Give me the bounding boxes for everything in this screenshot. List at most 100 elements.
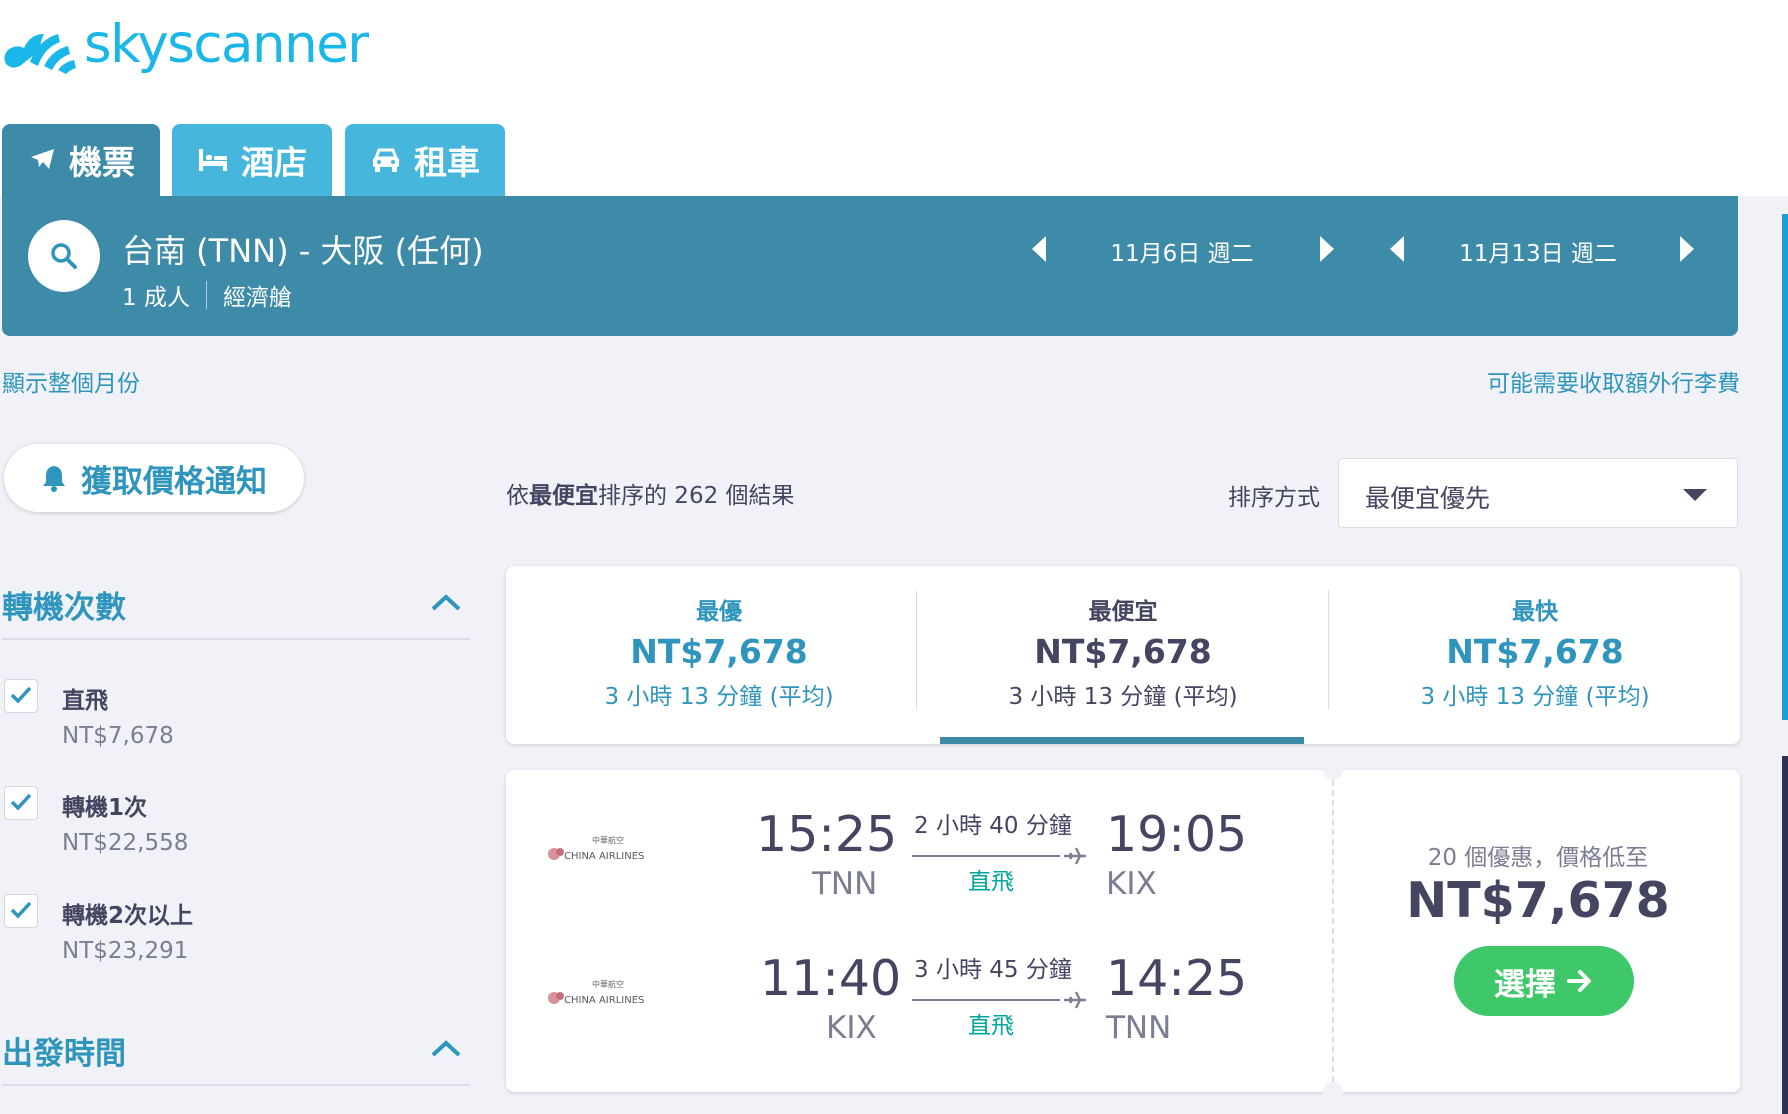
china-airlines-logo-icon: 中華航空 CHINA AIRLINES [548,979,644,1006]
leg2-duration: 3 小時 45 分鐘 [914,957,1072,983]
brand-name: skyscanner [84,13,369,75]
baggage-fee-link[interactable]: 可能需要收取額外行李費 [1487,364,1740,398]
results-summary-count: 排序的 262 個結果 [598,483,795,509]
airline-logo-cn: 中華航空 [592,835,624,845]
sort-card-label: 最優 [696,599,742,625]
leg2-departure-code: KIX [826,1010,877,1046]
side-ad-strip [1782,756,1788,1114]
stops-one-checkbox[interactable] [4,786,38,820]
plane-icon [31,149,54,169]
bell-icon [43,466,65,492]
tab-car-hire[interactable]: 租車 [345,124,505,196]
sort-label: 排序方式 [1228,485,1320,511]
ticket-notch [1323,760,1343,780]
stops-two-plus-checkbox[interactable] [4,894,38,928]
ticket-notch [1323,1082,1343,1102]
route-text[interactable]: 台南 (TNN) - 大阪 (任何) [122,226,484,272]
price-alert-label: 獲取價格通知 [81,463,267,500]
sort-card-duration: 3 小時 13 分鐘 (平均) [1420,684,1650,710]
return-prev-day-arrow[interactable] [1390,236,1404,262]
chevron-up-icon [431,1040,461,1057]
return-date[interactable]: 11月13日 週二 [1438,234,1638,268]
tab-flights[interactable]: 機票 [2,124,160,196]
tab-label: 酒店 [241,143,307,182]
leg1-arrival-time: 19:05 [1106,806,1248,863]
airline-logo-cn: 中華航空 [592,979,624,989]
divider [1328,590,1329,710]
results-summary: 依最便宜排序的 262 個結果 [506,476,795,510]
ticket-perforation [1332,770,1334,1092]
passenger-count: 1 成人 [122,285,190,311]
tab-hotels[interactable]: 酒店 [172,124,332,196]
car-icon [373,148,399,172]
leg1-stops: 直飛 [968,869,1014,895]
cloud-logo-icon [4,34,76,74]
depart-date[interactable]: 11月6日 週二 [1082,234,1282,268]
leg2-departure-time: 11:40 [760,950,902,1007]
sort-card-best[interactable]: 最優 NT$7,678 3 小時 13 分鐘 (平均) [514,566,924,744]
sort-card-cheapest[interactable]: 最便宜 NT$7,678 3 小時 13 分鐘 (平均) [918,566,1328,744]
chevron-down-icon [1683,489,1707,501]
bed-icon [199,149,227,171]
stops-direct-price: NT$7,678 [62,723,174,749]
selected-sort-indicator [940,737,1304,744]
sort-dropdown[interactable]: 最便宜優先 [1338,458,1738,528]
checkmark-icon [10,793,32,811]
stops-direct-checkbox[interactable] [4,679,38,713]
sort-value: 最便宜優先 [1365,484,1491,513]
leg1-departure-time: 15:25 [756,806,898,863]
divider [916,590,917,710]
depart-prev-day-arrow[interactable] [1032,236,1046,262]
sort-card-price: NT$7,678 [1034,632,1212,671]
departure-time-filter-header[interactable]: 出發時間 [2,1018,470,1086]
stops-one-label[interactable]: 轉機1次 [62,788,147,822]
search-button[interactable] [28,220,100,292]
sort-card-duration: 3 小時 13 分鐘 (平均) [1008,684,1238,710]
leg1-arrival-code: KIX [1106,866,1157,902]
depart-next-day-arrow[interactable] [1320,236,1334,262]
arrow-right-icon [1567,970,1591,992]
sort-card-price: NT$7,678 [1446,632,1624,671]
leg2-arrival-code: TNN [1106,1010,1172,1046]
show-whole-month-link[interactable]: 顯示整個月份 [2,364,140,398]
results-summary-prefix: 依 [506,483,529,509]
leg1-departure-code: TNN [812,866,878,902]
plane-icon [1064,847,1086,865]
stops-direct-label[interactable]: 直飛 [62,681,108,715]
sort-card-duration: 3 小時 13 分鐘 (平均) [604,684,834,710]
tab-label: 機票 [69,143,135,182]
offers-count: 20 個優惠，價格低至 [1427,845,1649,871]
sort-card-label: 最快 [1512,599,1558,625]
return-next-day-arrow[interactable] [1680,236,1694,262]
search-summary-bar[interactable]: 台南 (TNN) - 大阪 (任何) 1 成人 經濟艙 11月6日 週二 11月… [2,196,1738,336]
stops-filter-title: 轉機次數 [2,590,126,626]
sort-card-price: NT$7,678 [630,632,808,671]
tab-label: 租車 [414,143,480,182]
chevron-up-icon [431,594,461,611]
select-button[interactable]: 選擇 [1454,946,1634,1016]
china-airlines-logo-icon: 中華航空 CHINA AIRLINES [548,835,644,862]
stops-two-plus-label[interactable]: 轉機2次以上 [62,896,193,930]
leg1-duration: 2 小時 40 分鐘 [914,813,1072,839]
stops-two-plus-price: NT$23,291 [62,938,189,964]
divider [205,281,207,309]
sort-card-label: 最便宜 [1088,599,1158,625]
side-ad-strip [1782,214,1788,720]
checkmark-icon [10,686,32,704]
search-icon [51,243,77,269]
leg2-arrival-time: 14:25 [1106,950,1248,1007]
leg1-route-line [912,855,1060,857]
airline-logo-text: CHINA AIRLINES [564,851,644,862]
select-button-label: 選擇 [1494,966,1556,1003]
leg2-route-line [912,999,1060,1001]
ticket-price: NT$7,678 [1406,872,1670,929]
stops-filter-header[interactable]: 轉機次數 [2,572,470,640]
departure-time-filter-title: 出發時間 [2,1036,126,1072]
sort-card-fastest[interactable]: 最快 NT$7,678 3 小時 13 分鐘 (平均) [1330,566,1740,744]
flight-result-card[interactable]: 中華航空 CHINA AIRLINES 15:25 TNN 2 小時 40 分鐘… [506,760,1740,1102]
leg2-stops: 直飛 [968,1013,1014,1039]
plane-icon [1064,991,1086,1009]
skyscanner-logo[interactable]: skyscanner [0,13,369,78]
price-alert-button[interactable]: 獲取價格通知 [4,444,304,512]
passenger-cabin[interactable]: 1 成人 經濟艙 [122,278,292,312]
